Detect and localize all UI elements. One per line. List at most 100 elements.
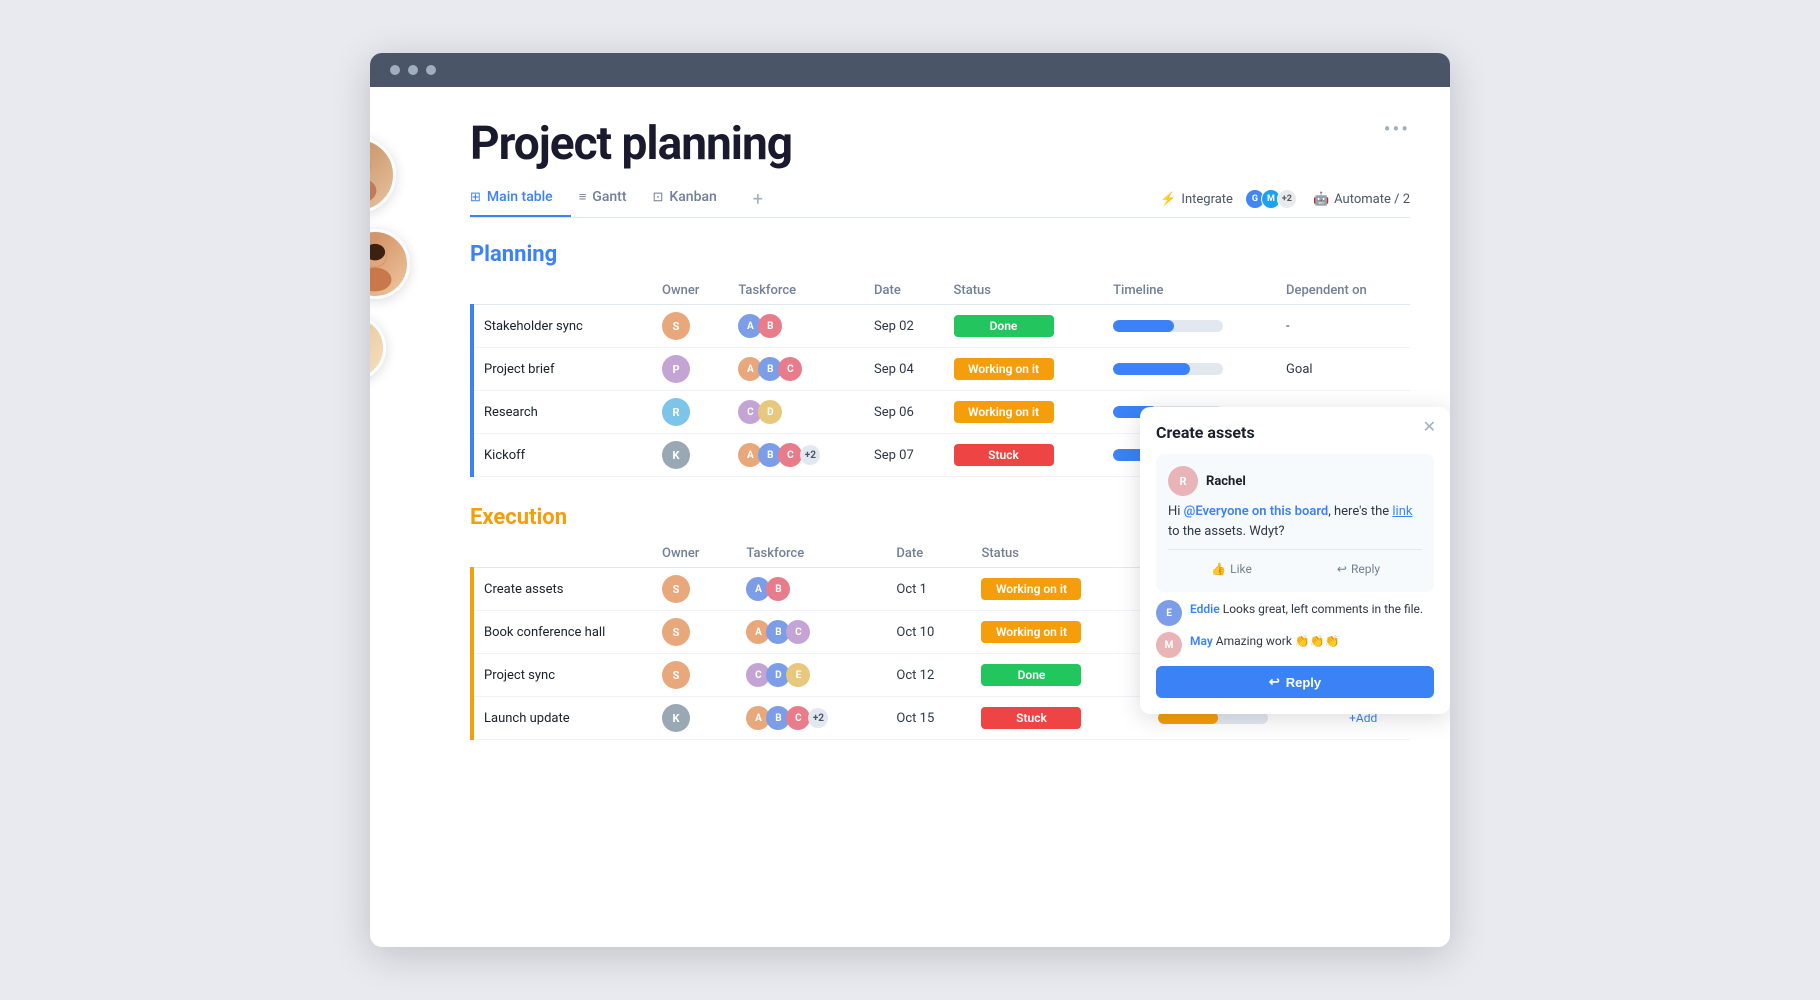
comment-text-after: to the assets. Wdyt? [1168,524,1285,539]
taskforce-avatars: CD [738,400,854,424]
reply-action-label: Reply [1351,562,1380,576]
col-task-execution [472,540,652,568]
comment-popup: ✕ Create assets R Rachel Hi @Everyone on… [1140,407,1450,714]
planning-table-header: Owner Taskforce Date Status Timeline Dep… [472,277,1410,305]
taskforce-avatars: ABC [738,357,854,381]
taskforce-member-avatar: B [766,577,790,601]
col-status-planning: Status [944,277,1104,305]
taskforce-member-avatar: D [758,400,782,424]
comment-mention[interactable]: @Everyone on this board [1184,504,1329,519]
taskforce-plus-badge: +2 [808,708,828,728]
reply-avatar: M [1156,632,1182,658]
kanban-icon: ⊡ [652,190,663,205]
status-badge: Stuck [954,444,1054,466]
task-name: Book conference hall [484,625,605,640]
browser-window: Project planning ••• ⊞ Main table ≡ Gant… [370,53,1450,947]
reply-body: Amazing work 👏👏👏 [1213,634,1340,648]
comment-text-middle: , here's the [1328,504,1392,519]
col-date-planning: Date [864,277,943,305]
tab-gantt[interactable]: ≡ Gantt [579,181,645,217]
status-badge: Working on it [954,358,1054,380]
tab-main-table[interactable]: ⊞ Main table [470,181,571,217]
rachel-name: Rachel [1206,474,1246,489]
reply-button-label: Reply [1286,675,1321,690]
reply-text: May Amazing work 👏👏👏 [1190,632,1340,650]
col-dependent-planning: Dependent on [1276,277,1410,305]
reply-button-icon: ↩ [1269,674,1280,690]
reply-text: Eddie Looks great, left comments in the … [1190,600,1423,618]
browser-dot-1 [390,65,400,75]
tab-kanban[interactable]: ⊡ Kanban [652,181,734,217]
task-name: Kickoff [484,448,525,463]
gantt-icon: ≡ [579,189,587,205]
task-name: Research [484,405,538,420]
taskforce-avatars: ABC [746,620,876,644]
browser-dot-3 [426,65,436,75]
task-name: Create assets [484,582,563,597]
avatar-3-image [370,318,383,378]
automate-icon: 🤖 [1313,192,1329,207]
col-owner-planning: Owner [652,277,728,305]
task-date: Sep 07 [864,434,943,477]
reply-comment: M May Amazing work 👏👏👏 [1156,632,1434,658]
reply-author-name: Eddie [1190,602,1220,616]
table-row[interactable]: Stakeholder syncSABSep 02Done- [472,305,1410,348]
dependent-cell: - [1276,305,1410,348]
replies-container: E Eddie Looks great, left comments in the… [1156,600,1434,658]
col-taskforce-execution: Taskforce [736,540,886,568]
taskforce-plus-badge: +2 [800,445,820,465]
col-date-execution: Date [886,540,971,568]
popup-close-button[interactable]: ✕ [1423,417,1436,436]
status-badge: Done [954,315,1054,337]
owner-avatar: S [662,661,690,689]
reply-body: Looks great, left comments in the file. [1220,602,1423,616]
like-icon: 👍 [1211,562,1226,576]
taskforce-avatars: ABC+2 [746,706,876,730]
main-comment-text: Hi @Everyone on this board, here's the l… [1168,502,1422,541]
table-row[interactable]: Project briefPABCSep 04Working on itGoal [472,348,1410,391]
integrate-icon: ⚡ [1160,192,1176,207]
col-timeline-planning: Timeline [1103,277,1276,305]
owner-avatar: R [662,398,690,426]
status-badge: Working on it [954,401,1054,423]
taskforce-member-avatar: C [786,706,810,730]
integration-avatar-plus: +2 [1277,189,1297,209]
owner-avatar: S [662,575,690,603]
main-table-icon: ⊞ [470,190,481,205]
timeline-bar [1113,363,1223,375]
owner-avatar: P [662,355,690,383]
popup-title: Create assets [1156,423,1434,442]
automate-label: Automate / 2 [1334,192,1410,207]
col-task-planning [472,277,652,305]
reply-avatar: E [1156,600,1182,626]
comment-text-before: Hi [1168,504,1184,519]
task-date: Sep 04 [864,348,943,391]
like-button[interactable]: 👍 Like [1168,558,1295,580]
taskforce-member-avatar: C [778,357,802,381]
status-badge: Stuck [981,707,1081,729]
tab-kanban-label: Kanban [669,189,716,205]
browser-dot-2 [408,65,418,75]
reply-action-button[interactable]: ↩ Reply [1295,558,1422,580]
like-label: Like [1230,562,1252,576]
task-date: Sep 02 [864,305,943,348]
avatar-1-image [370,140,393,210]
task-date: Oct 10 [886,611,971,654]
taskforce-member-avatar: B [758,314,782,338]
reply-button[interactable]: ↩ Reply [1156,666,1434,698]
owner-avatar: K [662,441,690,469]
avatar-3 [370,315,386,381]
comment-link[interactable]: link [1392,504,1412,519]
page-title: Project planning [470,117,1410,171]
integrate-button[interactable]: ⚡ Integrate [1160,192,1233,207]
more-options-button[interactable]: ••• [1384,117,1410,141]
tab-add-button[interactable]: + [743,189,773,210]
automate-button[interactable]: 🤖 Automate / 2 [1313,192,1410,207]
taskforce-member-avatar: C [778,443,802,467]
owner-avatar: K [662,704,690,732]
tab-gantt-label: Gantt [592,189,626,205]
col-taskforce-planning: Taskforce [728,277,864,305]
task-name: Project sync [484,668,555,683]
task-date: Oct 1 [886,568,971,611]
owner-avatar: S [662,618,690,646]
